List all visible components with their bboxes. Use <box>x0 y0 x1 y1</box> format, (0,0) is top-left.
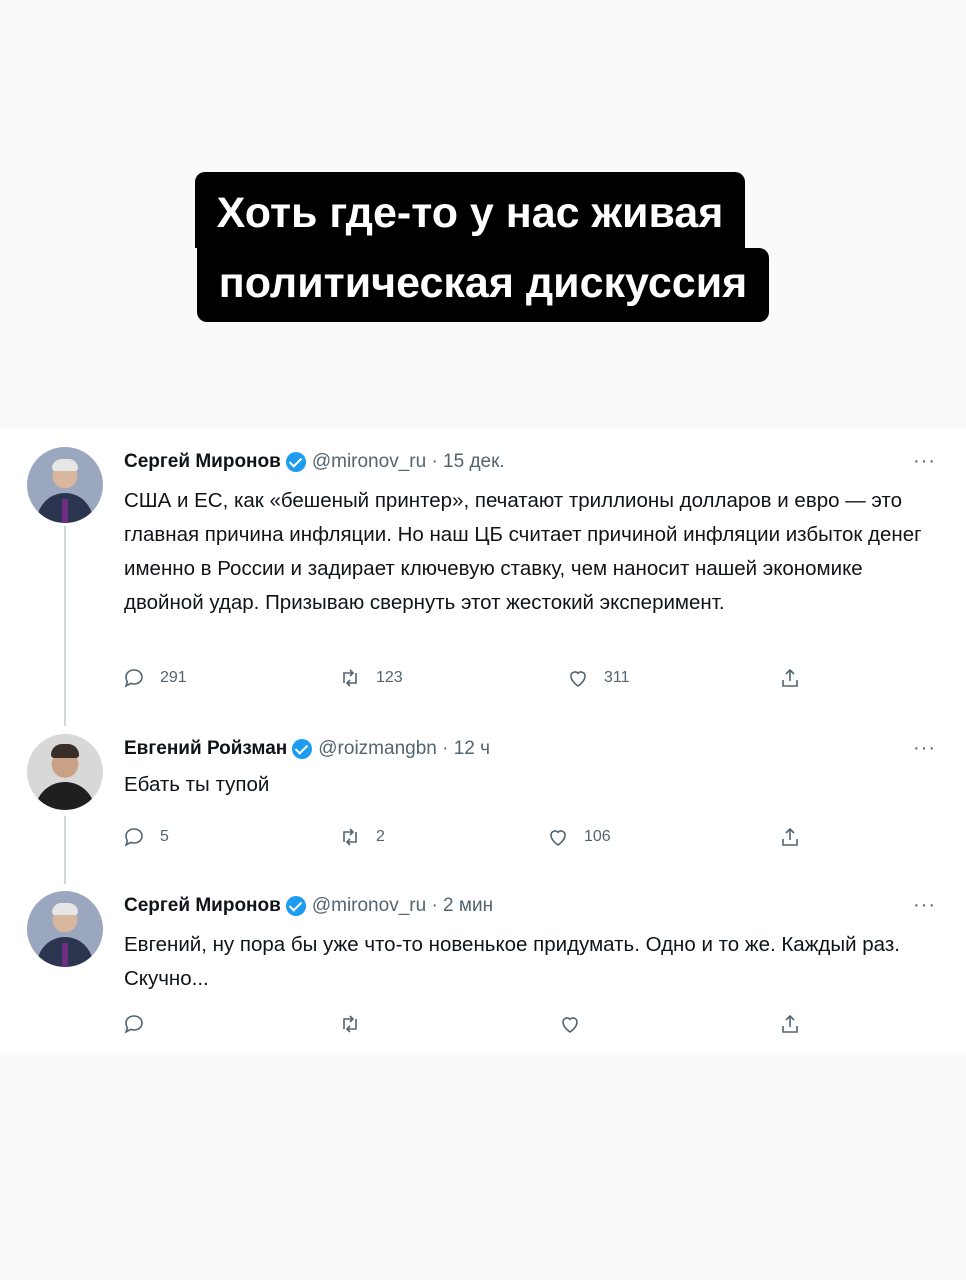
reply-button[interactable]: 5 <box>122 825 169 849</box>
reply-icon <box>124 669 143 688</box>
avatar[interactable] <box>27 734 103 810</box>
more-icon[interactable]: ··· <box>913 450 936 473</box>
tweet-text: Ебать ты тупой <box>124 773 270 796</box>
separator: · <box>442 738 449 759</box>
avatar[interactable] <box>27 447 103 523</box>
reply-icon <box>124 1015 143 1034</box>
reply-icon <box>124 828 143 847</box>
author-name[interactable]: Сергей Миронов <box>124 895 281 917</box>
caption-line-2: политическая дискуссия <box>196 248 770 322</box>
tweet-time[interactable]: 12 ч <box>454 738 490 760</box>
retweet-button[interactable]: 123 <box>338 666 403 690</box>
like-count: 311 <box>604 669 630 686</box>
author-name[interactable]: Евгений Ройзман <box>124 738 287 760</box>
author-handle[interactable]: @mironov_ru <box>312 895 426 917</box>
like-icon <box>570 671 586 687</box>
retweet-button[interactable]: 2 <box>338 825 385 849</box>
tweet-actions <box>122 1012 822 1042</box>
share-icon <box>782 1014 798 1033</box>
verified-badge-icon <box>285 452 306 472</box>
tweet-text: США и ЕС, как «бешеный принтер», печатаю… <box>124 489 922 614</box>
tweet-actions: 291 123 311 <box>122 666 822 696</box>
more-icon[interactable]: ··· <box>913 894 936 917</box>
tweet-time[interactable]: 15 дек. <box>443 451 505 473</box>
like-icon <box>550 830 566 846</box>
avatar[interactable] <box>27 891 103 967</box>
retweet-button[interactable] <box>338 1012 362 1036</box>
retweet-count: 2 <box>376 828 385 845</box>
like-button[interactable]: 106 <box>546 825 611 849</box>
author-handle[interactable]: @roizmangbn <box>318 738 437 760</box>
meme-caption: Хоть где-то у нас живая политическая дис… <box>0 172 966 322</box>
like-count: 106 <box>584 828 611 845</box>
tweet-text: Евгений, ну пора бы уже что-то новенькое… <box>124 933 900 990</box>
separator: · <box>431 451 438 472</box>
tweet-header: Сергей Миронов @mironov_ru · 2 мин <box>124 892 493 920</box>
more-icon[interactable]: ··· <box>913 737 936 760</box>
tweet-actions: 5 2 106 <box>122 825 822 855</box>
like-button[interactable]: 311 <box>566 666 630 690</box>
reply-button[interactable]: 291 <box>122 666 187 690</box>
like-button[interactable] <box>558 1012 582 1036</box>
tweet-thread: Сергей Миронов @mironov_ru · 15 дек. ···… <box>0 428 966 1053</box>
verified-badge-icon <box>292 739 313 759</box>
reply-count: 291 <box>160 669 187 686</box>
share-icon <box>782 827 798 846</box>
author-handle[interactable]: @mironov_ru <box>312 451 426 473</box>
retweet-icon <box>343 828 357 846</box>
tweet-header: Сергей Миронов @mironov_ru · 15 дек. <box>124 448 505 476</box>
thread-connector <box>64 526 66 726</box>
share-button[interactable] <box>778 1012 802 1036</box>
tweet-header: Евгений Ройзман @roizmangbn · 12 ч <box>124 735 490 763</box>
share-button[interactable] <box>778 825 802 849</box>
thread-connector <box>64 816 66 884</box>
retweet-count: 123 <box>376 669 403 686</box>
caption-line-1: Хоть где-то у нас живая <box>194 172 746 248</box>
reply-button[interactable] <box>122 1012 146 1036</box>
author-name[interactable]: Сергей Миронов <box>124 451 281 473</box>
share-icon <box>782 668 798 687</box>
reply-count: 5 <box>160 828 169 845</box>
share-button[interactable] <box>778 666 802 690</box>
retweet-icon <box>343 669 357 687</box>
like-icon <box>562 1017 578 1033</box>
verified-badge-icon <box>285 896 306 916</box>
tweet-time[interactable]: 2 мин <box>443 895 493 917</box>
retweet-icon <box>343 1015 357 1033</box>
separator: · <box>431 895 438 916</box>
